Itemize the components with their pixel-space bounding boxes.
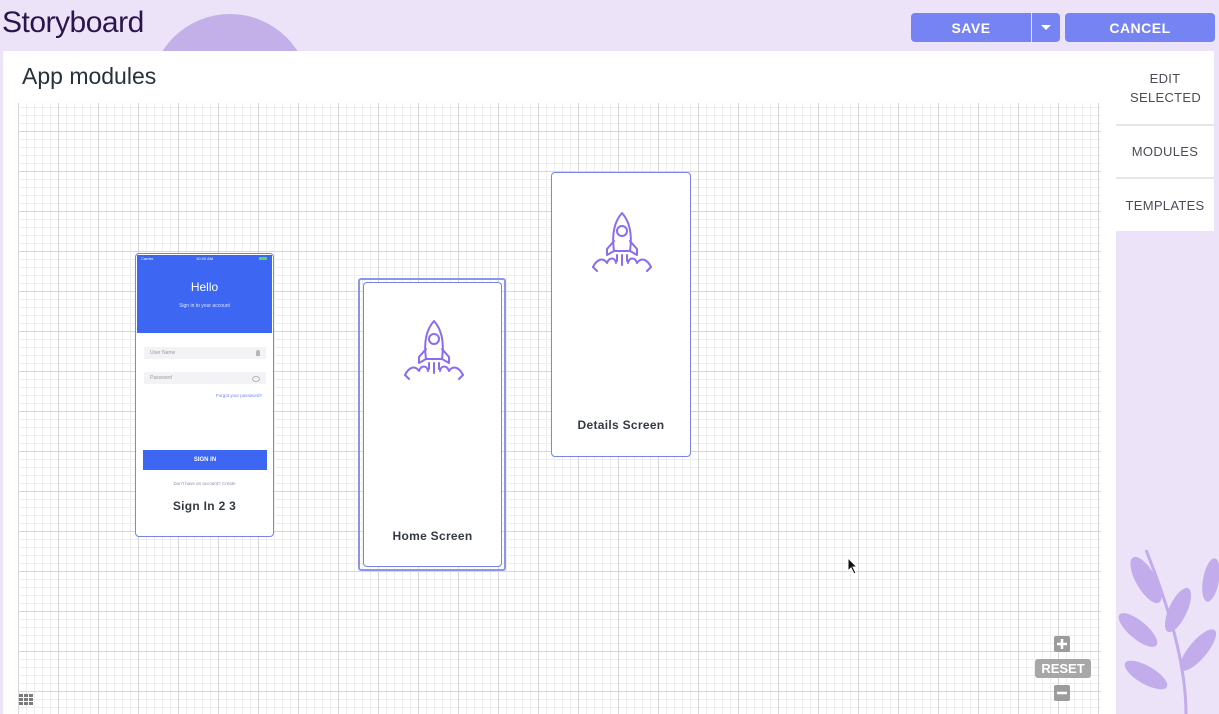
storyboard-canvas[interactable]: Carrier 10:00 AM Hello Sign in to your a…: [18, 103, 1101, 714]
save-options-dropdown[interactable]: [1032, 13, 1060, 42]
mouse-cursor-icon: [847, 557, 859, 575]
tab-templates[interactable]: TEMPLATES: [1116, 179, 1214, 231]
app-title: Storyboard: [2, 6, 144, 39]
module-card-sign-in[interactable]: Carrier 10:00 AM Hello Sign in to your a…: [135, 253, 274, 537]
preview-password-placeholder: Password: [150, 375, 172, 381]
preview-footer-text: Don't have an account? Create: [173, 481, 236, 486]
rocket-icon: [404, 320, 464, 380]
preview-status-bar: Carrier 10:00 AM: [137, 255, 272, 262]
preview-password-field: Password: [144, 372, 266, 384]
module-label: Sign In 2 3: [172, 499, 237, 513]
grid-toggle-icon[interactable]: [18, 692, 34, 708]
canvas-panel: App modules Carrier 10:00 AM Hello Sign …: [3, 51, 1116, 714]
tab-modules[interactable]: MODULES: [1116, 126, 1214, 179]
preview-header: [137, 255, 272, 333]
preview-username-field: User Name: [144, 347, 266, 359]
module-label: Home Screen: [392, 529, 473, 543]
preview-time: 10:00 AM: [196, 256, 213, 261]
caret-down-icon: [1041, 25, 1051, 30]
canvas-title: App modules: [22, 63, 157, 89]
save-button[interactable]: SAVE: [911, 13, 1031, 42]
preview-sign-in-button: SIGN IN: [143, 450, 267, 470]
module-card-home-screen[interactable]: Home Screen: [363, 282, 502, 567]
preview-heading: Hello: [190, 280, 219, 294]
tab-label: EDIT SELECTED: [1130, 70, 1202, 105]
preview-subheading: Sign in to your account: [179, 303, 230, 309]
preview-username-placeholder: User Name: [150, 350, 176, 356]
eye-icon: [252, 376, 260, 382]
preview-forgot-link: Forgot your password?: [215, 393, 262, 398]
leaf-decoration: [1118, 549, 1219, 714]
module-label: Details Screen: [577, 418, 665, 432]
zoom-reset-button[interactable]: RESET: [1035, 659, 1091, 678]
battery-icon: [259, 257, 267, 260]
zoom-out-icon[interactable]: [1054, 685, 1070, 701]
cancel-button[interactable]: CANCEL: [1065, 13, 1215, 42]
module-card-details-screen[interactable]: Details Screen: [551, 172, 691, 457]
sign-in-preview: Carrier 10:00 AM Hello Sign in to your a…: [137, 255, 272, 505]
zoom-in-icon[interactable]: [1054, 636, 1070, 652]
user-icon: [256, 350, 260, 356]
tab-label: MODULES: [1131, 144, 1199, 159]
rocket-icon: [592, 212, 652, 272]
side-panel: EDIT SELECTED MODULES TEMPLATES: [1116, 51, 1214, 231]
tab-label: TEMPLATES: [1125, 197, 1205, 213]
tab-edit-selected[interactable]: EDIT SELECTED: [1116, 51, 1214, 126]
